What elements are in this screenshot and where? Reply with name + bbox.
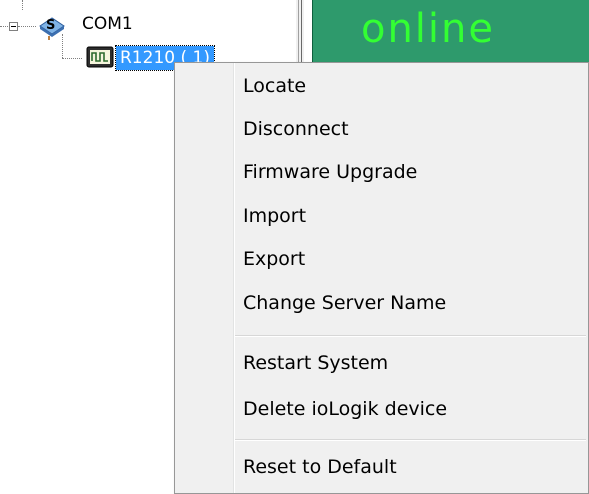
tree-line	[22, 0, 23, 10]
tree-line	[18, 26, 36, 27]
tree-line	[0, 26, 8, 27]
menu-item-delete-device[interactable]: Delete ioLogik device	[243, 389, 447, 429]
menu-item-export[interactable]: Export	[243, 239, 305, 279]
tree-line	[62, 58, 82, 59]
menu-item-firmware-upgrade[interactable]: Firmware Upgrade	[243, 152, 417, 192]
tree-collapse-icon[interactable]	[9, 22, 18, 31]
menu-item-import[interactable]: Import	[243, 196, 306, 236]
status-text: online	[360, 6, 495, 52]
tree-line	[62, 34, 63, 58]
menu-item-restart-system[interactable]: Restart System	[243, 343, 388, 383]
menu-item-locate[interactable]: Locate	[243, 66, 306, 106]
menu-item-change-server-name[interactable]: Change Server Name	[243, 283, 446, 323]
menu-separator	[235, 335, 586, 337]
menu-item-disconnect[interactable]: Disconnect	[243, 109, 349, 149]
menu-item-reset-to-default[interactable]: Reset to Default	[243, 447, 397, 487]
menu-separator	[235, 439, 586, 441]
menu-gutter	[233, 63, 235, 493]
context-menu: Locate Disconnect Firmware Upgrade Impor…	[174, 62, 589, 494]
svg-text:S: S	[46, 18, 55, 33]
status-panel: online	[312, 0, 589, 68]
tree-item-com1[interactable]: COM1	[82, 14, 133, 34]
io-device-icon	[86, 46, 114, 68]
